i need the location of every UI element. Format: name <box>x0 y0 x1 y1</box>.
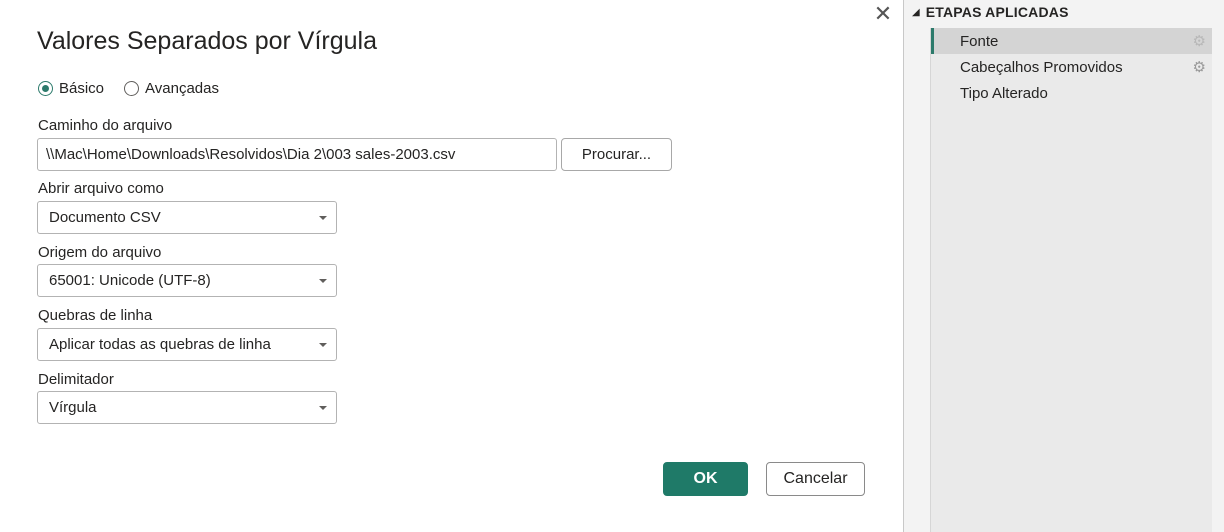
step-label: Cabeçalhos Promovidos <box>960 58 1123 76</box>
chevron-down-icon[interactable] <box>319 216 327 220</box>
mode-radio-group: Básico Avançadas <box>38 80 239 97</box>
browse-button[interactable]: Procurar... <box>561 138 672 171</box>
collapse-triangle-icon[interactable]: ◢ <box>912 7 920 18</box>
open-as-select[interactable]: Documento CSV <box>37 201 337 234</box>
file-path-input[interactable] <box>37 138 557 171</box>
chevron-down-icon[interactable] <box>319 279 327 283</box>
ok-button[interactable]: OK <box>663 462 748 496</box>
cancel-button[interactable]: Cancelar <box>766 462 865 496</box>
applied-steps-header[interactable]: ◢ ETAPAS APLICADAS <box>912 2 1069 22</box>
applied-steps-title: ETAPAS APLICADAS <box>925 4 1069 20</box>
gear-icon[interactable]: ⚙ <box>1193 58 1206 76</box>
file-origin-value: 65001: Unicode (UTF-8) <box>49 272 211 289</box>
gear-icon[interactable]: ⚙ <box>1193 32 1206 50</box>
file-origin-select[interactable]: 65001: Unicode (UTF-8) <box>37 264 337 297</box>
chevron-down-icon[interactable] <box>319 343 327 347</box>
csv-dialog: ✕ Valores Separados por Vírgula Básico A… <box>0 0 904 532</box>
radio-advanced[interactable]: Avançadas <box>124 80 219 97</box>
line-breaks-value: Aplicar todas as quebras de linha <box>49 336 271 353</box>
step-item-changed-type[interactable]: Tipo Alterado <box>931 80 1212 106</box>
open-as-label: Abrir arquivo como <box>38 180 164 197</box>
chevron-down-icon[interactable] <box>319 406 327 410</box>
line-breaks-label: Quebras de linha <box>38 307 153 324</box>
open-as-value: Documento CSV <box>49 209 161 226</box>
radio-advanced-label[interactable]: Avançadas <box>145 80 219 97</box>
delimiter-label: Delimitador <box>38 371 114 388</box>
line-breaks-select[interactable]: Aplicar todas as quebras de linha <box>37 328 337 361</box>
delimiter-value: Vírgula <box>49 399 97 416</box>
step-item-promoted-headers[interactable]: Cabeçalhos Promovidos ⚙ <box>931 54 1212 80</box>
radio-basic-label[interactable]: Básico <box>59 80 104 97</box>
applied-steps-panel: ◢ ETAPAS APLICADAS Fonte ⚙ Cabeçalhos Pr… <box>904 0 1224 532</box>
step-label: Tipo Alterado <box>960 84 1048 102</box>
file-origin-label: Origem do arquivo <box>38 244 162 261</box>
radio-checked-icon[interactable] <box>38 81 53 96</box>
radio-basic[interactable]: Básico <box>38 80 104 97</box>
file-path-label: Caminho do arquivo <box>38 117 173 134</box>
dialog-title: Valores Separados por Vírgula <box>37 27 378 55</box>
delimiter-select[interactable]: Vírgula <box>37 391 337 424</box>
close-icon[interactable]: ✕ <box>872 3 894 26</box>
radio-unchecked-icon[interactable] <box>124 81 140 96</box>
step-label: Fonte <box>960 32 999 50</box>
step-item-source[interactable]: Fonte ⚙ <box>931 28 1212 54</box>
applied-steps-list: Fonte ⚙ Cabeçalhos Promovidos ⚙ Tipo Alt… <box>930 28 1212 532</box>
